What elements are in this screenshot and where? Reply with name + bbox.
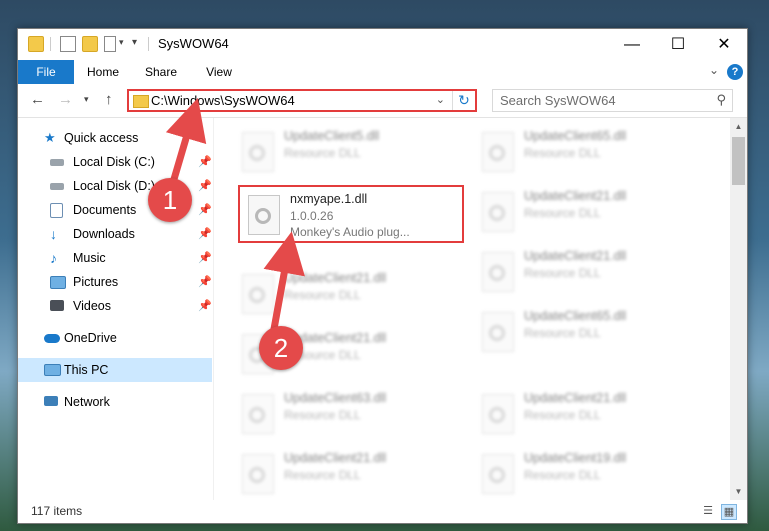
annotation-arrows	[165, 97, 305, 341]
arrow-to-address-bar	[165, 97, 207, 187]
step-badge-2: 2	[259, 326, 303, 370]
step-badge-1: 1	[148, 178, 192, 222]
